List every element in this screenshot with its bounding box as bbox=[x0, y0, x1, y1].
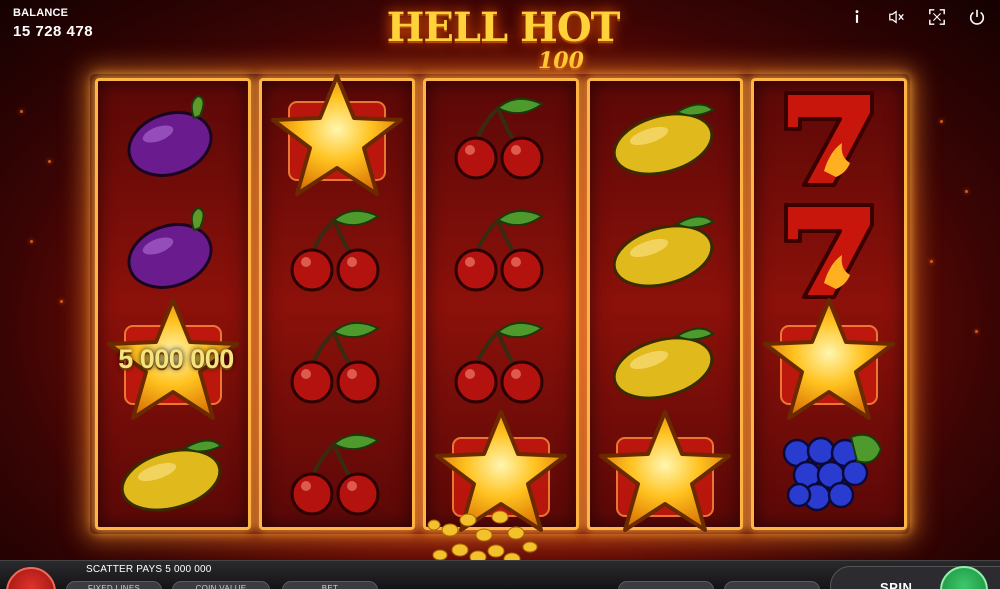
cherry-symbol bbox=[262, 417, 412, 529]
game-stage: BALANCE 15 728 478 HELL HOT 100 5 000 00… bbox=[0, 0, 1000, 589]
lemon-symbol bbox=[98, 417, 248, 529]
reel-1 bbox=[95, 78, 251, 530]
reel-4 bbox=[587, 78, 743, 532]
lemon-symbol bbox=[590, 193, 740, 305]
game-logo: HELL HOT 100 bbox=[378, 6, 628, 76]
coin-value-control[interactable]: COIN VALUE bbox=[172, 581, 270, 589]
seven-symbol bbox=[754, 81, 904, 193]
logo-subtitle: 100 bbox=[538, 48, 584, 74]
power-icon[interactable] bbox=[966, 6, 988, 28]
spin-label: SPIN bbox=[880, 580, 913, 589]
lemon-symbol bbox=[590, 81, 740, 193]
top-toolbar bbox=[846, 6, 988, 28]
reel-3 bbox=[423, 78, 579, 532]
cherry-symbol bbox=[426, 193, 576, 305]
balance-label: BALANCE bbox=[13, 7, 69, 19]
sound-muted-icon[interactable] bbox=[886, 6, 908, 28]
grapes-symbol bbox=[754, 417, 904, 529]
ember bbox=[940, 120, 943, 123]
cherry-symbol bbox=[426, 81, 576, 193]
balance-value: 15 728 478 bbox=[13, 23, 94, 40]
cherry-symbol bbox=[426, 305, 576, 417]
plum-symbol bbox=[98, 81, 248, 193]
control-pill[interactable] bbox=[618, 581, 714, 589]
lemon-symbol bbox=[590, 305, 740, 417]
seven-symbol bbox=[754, 193, 904, 305]
star-symbol bbox=[754, 298, 904, 420]
cherry-symbol bbox=[262, 193, 412, 305]
star-symbol bbox=[590, 410, 740, 532]
reel-5 bbox=[751, 78, 907, 530]
plum-symbol bbox=[98, 193, 248, 305]
ember bbox=[20, 110, 23, 113]
info-icon[interactable] bbox=[846, 6, 868, 28]
ember bbox=[975, 330, 978, 333]
star-symbol bbox=[262, 74, 412, 196]
reel-2 bbox=[259, 74, 415, 530]
logo-title: HELL HOT bbox=[386, 4, 621, 51]
status-message: SCATTER PAYS 5 000 000 bbox=[86, 564, 212, 575]
balance-panel: BALANCE 15 728 478 bbox=[13, 7, 93, 40]
control-pill[interactable] bbox=[724, 581, 820, 589]
ember bbox=[48, 160, 51, 163]
ember bbox=[60, 300, 63, 303]
ember bbox=[30, 240, 33, 243]
ember bbox=[965, 190, 968, 193]
fullscreen-icon[interactable] bbox=[926, 6, 948, 28]
win-amount: 5 000 000 bbox=[118, 344, 234, 374]
bet-control[interactable]: BET bbox=[282, 581, 378, 589]
cherry-symbol bbox=[262, 305, 412, 417]
ember bbox=[930, 260, 933, 263]
fixed-lines-control[interactable]: FIXED LINES bbox=[66, 581, 162, 589]
